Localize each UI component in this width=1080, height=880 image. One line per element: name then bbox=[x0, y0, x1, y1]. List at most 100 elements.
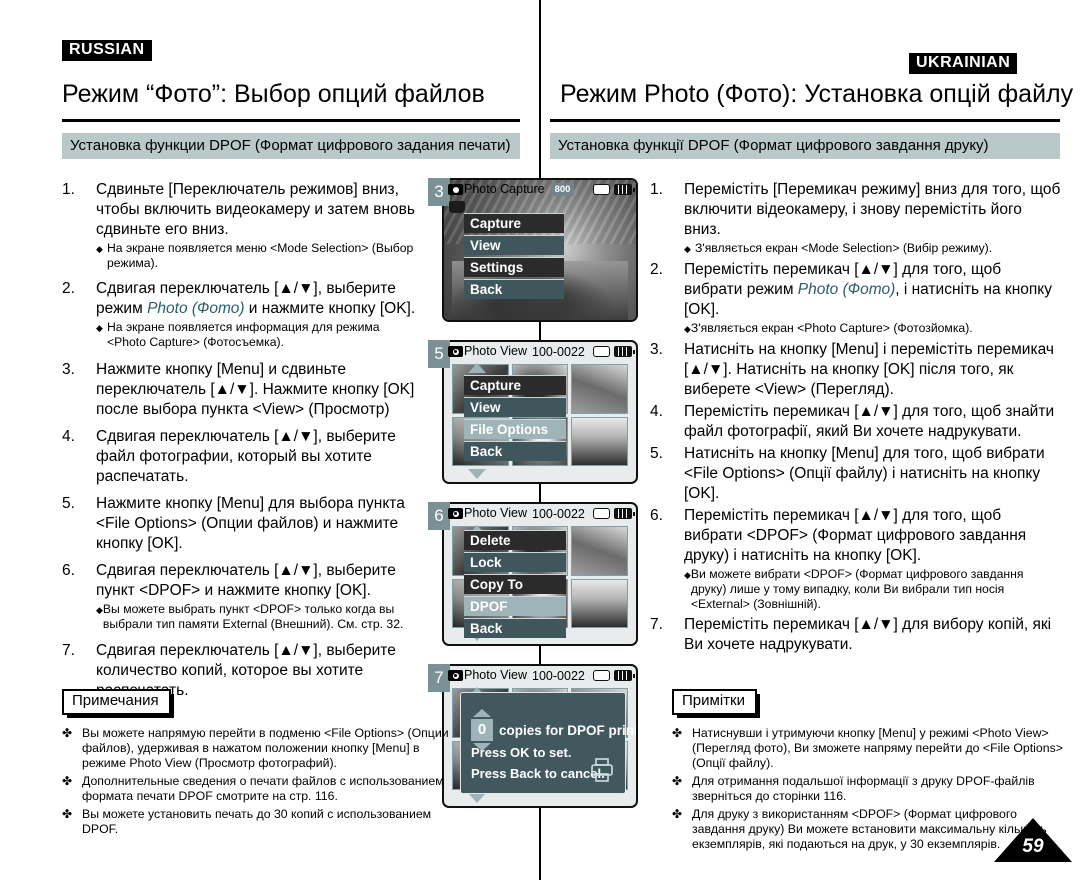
printer-icon bbox=[591, 758, 613, 782]
step-text-post: и нажмите кнопку [OK]. bbox=[244, 300, 416, 317]
language-tag-ukrainian: UKRAINIAN bbox=[909, 53, 1018, 74]
lcd-title-bar: Photo View 100-0022 bbox=[444, 504, 636, 523]
scroll-down-arrow-icon[interactable] bbox=[468, 469, 486, 479]
step-number: 4. bbox=[650, 403, 663, 420]
steps-list-russian: 1. Сдвиньте [Переключатель режимов] вниз… bbox=[62, 180, 420, 703]
note-item: ✤ Для отримання подальшої інформації з д… bbox=[672, 774, 1067, 804]
diamond-bullet-icon: ◆ bbox=[96, 323, 103, 333]
lcd-screen-block: 6 Photo View 100-0022 Delete Lock Copy T… bbox=[428, 502, 638, 652]
battery-icon bbox=[614, 346, 635, 357]
menu-item-lock[interactable]: Lock bbox=[464, 552, 566, 572]
step-number: 7. bbox=[650, 616, 663, 633]
battery-icon bbox=[614, 670, 635, 681]
step-number: 5. bbox=[650, 445, 663, 462]
lcd-status-icons bbox=[593, 184, 635, 195]
note-bullet-icon: ✤ bbox=[672, 774, 683, 788]
step-note: ◆ З'являється екран <Photo Capture> (Фот… bbox=[684, 321, 1062, 337]
chapter-title-ukrainian: Режим Photo (Фото): Установка опцій файл… bbox=[560, 80, 1074, 108]
mode-indicator-icon bbox=[449, 201, 465, 213]
step-note: ◆ На экране появляется меню <Mode Select… bbox=[96, 241, 420, 271]
thumbnail[interactable] bbox=[571, 364, 628, 414]
step-note: ◆ Ви можете вибрати <DPOF> (Формат цифро… bbox=[684, 567, 1062, 612]
note-bullet-icon: ✤ bbox=[672, 726, 683, 740]
thumbnail[interactable] bbox=[571, 578, 628, 628]
camera-icon bbox=[448, 184, 463, 195]
step-text: Перемістіть перемикач [▲/▼] для того, що… bbox=[684, 260, 1062, 320]
lcd-status-icons bbox=[593, 346, 635, 357]
title-underline-right bbox=[550, 119, 1060, 122]
step-note-text: З'являється екран <Photo Capture> (Фотоз… bbox=[690, 321, 973, 335]
scroll-up-arrow-icon[interactable] bbox=[468, 363, 486, 373]
note-bullet-icon: ✤ bbox=[62, 726, 73, 740]
step-number: 3. bbox=[62, 361, 75, 378]
step-text-emphasis: Photo (Фото) bbox=[797, 281, 896, 298]
chapter-title-russian: Режим “Фото”: Выбор опций файлов bbox=[62, 80, 485, 108]
notes-tab-ukrainian: Примітки bbox=[672, 689, 760, 717]
lcd-screen-block: 5 Photo View 100-0022 Capture View File … bbox=[428, 340, 638, 490]
menu-item-view[interactable]: View bbox=[464, 235, 564, 255]
step-text: Перемістіть перемикач [▲/▼] для вибору к… bbox=[684, 616, 1052, 653]
lcd-screen-dpof-copies: Photo View 100-0022 0 copies for DPOF pr… bbox=[442, 664, 638, 808]
lcd-mode-title: Photo View bbox=[464, 344, 528, 358]
step-text: Сдвигая переключатель [▲/▼], выберите ре… bbox=[96, 279, 420, 319]
step-item: 7. Перемістіть перемикач [▲/▼] для вибор… bbox=[650, 615, 1062, 655]
step-item: 6. Сдвигая переключатель [▲/▼], выберите… bbox=[62, 561, 420, 632]
menu-item-delete[interactable]: Delete bbox=[464, 530, 566, 550]
manual-page: RUSSIAN UKRAINIAN Режим “Фото”: Выбор оп… bbox=[0, 0, 1080, 880]
step-note-text: На экране появляется меню <Mode Selectio… bbox=[107, 241, 414, 270]
menu-item-dpof[interactable]: DPOF bbox=[464, 596, 566, 616]
menu-item-copy-to[interactable]: Copy To bbox=[464, 574, 566, 594]
battery-icon bbox=[614, 184, 635, 195]
menu-item-view[interactable]: View bbox=[464, 397, 566, 417]
notes-list-russian: ✤ Вы можете напрямую перейти в подменю <… bbox=[62, 726, 452, 840]
note-item: ✤ Вы можете напрямую перейти в подменю <… bbox=[62, 726, 452, 771]
language-tag-russian: RUSSIAN bbox=[62, 40, 152, 61]
lcd-screen-photo-view-file-options: Photo View 100-0022 Capture View File Op… bbox=[442, 340, 638, 484]
step-item: 1. Сдвиньте [Переключатель режимов] вниз… bbox=[62, 180, 420, 271]
dpof-hint-ok: Press OK to set. bbox=[471, 745, 572, 760]
step-number: 3. bbox=[650, 341, 663, 358]
lcd-mode-title: Photo View bbox=[464, 506, 528, 520]
thumbnail[interactable] bbox=[571, 526, 628, 576]
menu-item-file-options[interactable]: File Options bbox=[464, 419, 566, 439]
diamond-bullet-icon: ◆ bbox=[684, 324, 691, 334]
note-text: Вы можете напрямую перейти в подменю <Fi… bbox=[82, 726, 449, 770]
thumbnail[interactable] bbox=[571, 416, 628, 466]
menu-item-back[interactable]: Back bbox=[464, 618, 566, 638]
step-text: Нажмите кнопку [Menu] и сдвиньте переклю… bbox=[96, 361, 415, 418]
step-note-text: З'являється екран <Mode Selection> (Вибі… bbox=[695, 241, 993, 255]
step-number: 1. bbox=[62, 181, 75, 198]
note-text: Натиснувши і утримуючи кнопку [Menu] у р… bbox=[692, 726, 1063, 770]
lcd-resolution-badge: 800 bbox=[550, 183, 575, 196]
memory-card-icon bbox=[593, 184, 610, 195]
menu-item-back[interactable]: Back bbox=[464, 441, 566, 461]
lcd-screen-photo-capture: Photo Capture 800 Capture View Settings … bbox=[442, 178, 638, 322]
memory-card-icon bbox=[593, 670, 610, 681]
note-text: Дополнительные сведения о печати файлов … bbox=[82, 774, 444, 803]
scroll-down-arrow-icon[interactable] bbox=[468, 793, 486, 803]
menu-item-capture[interactable]: Capture bbox=[464, 375, 566, 395]
step-text: Сдвигая переключатель [▲/▼], выберите пу… bbox=[96, 562, 396, 599]
menu-item-capture[interactable]: Capture bbox=[464, 213, 564, 233]
step-note-text: На экране появляется информация для режи… bbox=[107, 320, 380, 349]
lcd-title-bar: Photo View 100-0022 bbox=[444, 666, 636, 685]
copies-value: 0 bbox=[471, 719, 493, 741]
page-number-badge: 59 bbox=[994, 818, 1072, 862]
menu-item-back[interactable]: Back bbox=[464, 279, 564, 299]
lcd-status-icons bbox=[593, 508, 635, 519]
diamond-bullet-icon: ◆ bbox=[96, 605, 103, 615]
lcd-title-bar: Photo Capture 800 bbox=[444, 180, 636, 199]
step-text: Натисніть на кнопку [Menu] для того, щоб… bbox=[684, 445, 1045, 502]
battery-icon bbox=[614, 508, 635, 519]
notes-tab-russian: Примечания bbox=[62, 689, 174, 717]
step-item: 1. Перемістіть [Перемикач режиму] вниз д… bbox=[650, 180, 1062, 257]
lcd-menu-list: Delete Lock Copy To DPOF Back bbox=[464, 530, 566, 640]
section-bar-ukrainian: Установка функції DPOF (Формат цифрового… bbox=[550, 133, 1060, 159]
menu-item-settings[interactable]: Settings bbox=[464, 257, 564, 277]
lcd-screen-block: 3 Photo Capture 800 Capture View Setting… bbox=[428, 178, 638, 328]
stepper-up-arrow-icon[interactable] bbox=[473, 709, 491, 717]
lcd-title-bar: Photo View 100-0022 bbox=[444, 342, 636, 361]
step-item: 3. Натисніть на кнопку [Menu] і переміст… bbox=[650, 340, 1062, 400]
step-number: 6. bbox=[650, 507, 663, 524]
page-number: 59 bbox=[1022, 836, 1044, 857]
